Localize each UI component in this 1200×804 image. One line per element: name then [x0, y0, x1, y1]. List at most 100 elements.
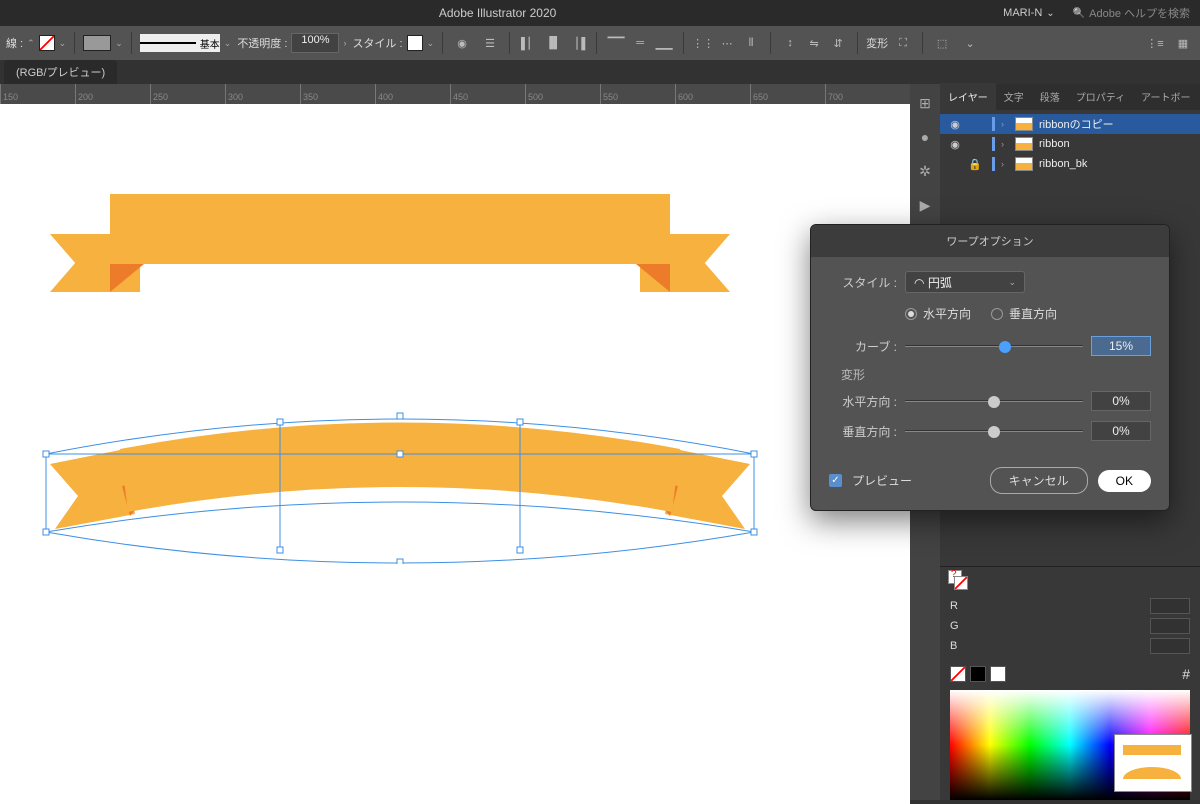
- chevron-down-icon[interactable]: ⌄: [959, 32, 981, 54]
- align-hcenter-icon[interactable]: ▐▌: [542, 32, 564, 54]
- black-swatch[interactable]: [970, 666, 986, 682]
- play-icon[interactable]: ▶: [916, 196, 934, 214]
- distribute-h-icon[interactable]: ⋮⋮: [692, 32, 714, 54]
- direction-vertical-radio[interactable]: 垂直方向: [991, 305, 1057, 322]
- align-vcenter-icon[interactable]: ═: [629, 32, 651, 54]
- ok-button[interactable]: OK: [1098, 470, 1151, 492]
- opacity-control[interactable]: 不透明度 : 100% ›: [237, 33, 346, 53]
- align-right-icon[interactable]: ▕▐: [566, 32, 588, 54]
- channel-slider[interactable]: [972, 641, 1142, 651]
- warp-options-dialog: ワープオプション スタイル : ◠ 円弧⌄ 水平方向 垂直方向 カーブ : 15…: [810, 224, 1170, 511]
- channel-value-input[interactable]: [1150, 598, 1190, 614]
- warp-style-select[interactable]: ◠ 円弧⌄: [905, 271, 1025, 293]
- layer-name: ribbon_bk: [1039, 158, 1087, 170]
- dist-v-slider[interactable]: [905, 430, 1083, 432]
- layers-panel: ◉›ribbonのコピー◉›ribbon🔒›ribbon_bk: [940, 110, 1200, 178]
- navigator-thumbnail[interactable]: [1114, 734, 1192, 792]
- lock-icon[interactable]: 🔒: [968, 158, 982, 171]
- ruler-tick: 600: [675, 84, 750, 104]
- rgb-channel-row: B: [950, 638, 1190, 654]
- app-title: Adobe Illustrator 2020: [0, 6, 995, 20]
- document-tab-row: (RGB/プレビュー): [0, 60, 1200, 84]
- ruler-tick: 500: [525, 84, 600, 104]
- layer-thumbnail: [1015, 157, 1033, 171]
- channel-value-input[interactable]: [1150, 618, 1190, 634]
- more-options-icon[interactable]: ⋮≡: [1144, 32, 1166, 54]
- distribute-v-icon[interactable]: ⋯: [716, 32, 738, 54]
- user-menu[interactable]: MARI-N: [995, 7, 1063, 19]
- distribute-group: ⋮⋮ ⋯ ⫴: [692, 32, 762, 54]
- layer-thumbnail: [1015, 137, 1033, 151]
- preview-label: プレビュー: [852, 472, 912, 489]
- align-top-icon[interactable]: ▔▔: [605, 32, 627, 54]
- properties-icon[interactable]: ⊞: [916, 94, 934, 112]
- preview-checkbox[interactable]: ✓: [829, 474, 842, 487]
- panel-tab[interactable]: 文字: [996, 83, 1032, 110]
- recolor-icon[interactable]: ◉: [451, 32, 473, 54]
- channel-slider[interactable]: [972, 621, 1142, 631]
- dist-v-value-input[interactable]: 0%: [1091, 421, 1151, 441]
- align-left-icon[interactable]: ▌▏: [518, 32, 540, 54]
- ruler-tick: 150: [0, 84, 75, 104]
- ruler-tick: 550: [600, 84, 675, 104]
- direction-horizontal-radio[interactable]: 水平方向: [905, 305, 971, 322]
- fill-stroke-mini-icon[interactable]: ?: [948, 570, 968, 590]
- document-tab[interactable]: (RGB/プレビュー): [4, 60, 117, 84]
- no-stroke-icon: [39, 35, 55, 51]
- dist-h-value-input[interactable]: 0%: [1091, 391, 1151, 411]
- chevron-right-icon[interactable]: ›: [1001, 159, 1009, 169]
- panel-toggle-icon[interactable]: ▦: [1172, 32, 1194, 54]
- align-bottom-icon[interactable]: ▁▁: [653, 32, 675, 54]
- doc-setup-icon[interactable]: ☰: [479, 32, 501, 54]
- ruler-tick: 250: [150, 84, 225, 104]
- gear-icon[interactable]: ✲: [916, 162, 934, 180]
- transform-menu[interactable]: 変形 ⛶: [866, 32, 914, 54]
- layer-row[interactable]: 🔒 › ribbon_bk: [940, 154, 1200, 174]
- color-icon[interactable]: ●: [916, 128, 934, 146]
- panel-tab[interactable]: アートボー: [1133, 83, 1198, 110]
- stroke-style[interactable]: 基本 ⌄: [140, 34, 232, 52]
- channel-label: R: [950, 600, 964, 612]
- panel-tab[interactable]: プロパティ: [1068, 83, 1133, 110]
- white-swatch[interactable]: [990, 666, 1006, 682]
- artboard[interactable]: [0, 104, 910, 804]
- cancel-button[interactable]: キャンセル: [990, 467, 1088, 494]
- ribbon-artwork-top: [50, 194, 730, 294]
- layer-row[interactable]: ◉›ribbonのコピー: [940, 114, 1200, 134]
- layer-name: ribbon: [1039, 138, 1070, 150]
- dist-h-slider[interactable]: [905, 400, 1083, 402]
- curve-label: カーブ :: [829, 338, 897, 355]
- layer-row[interactable]: ◉ › ribbon: [940, 134, 1200, 154]
- panel-tab[interactable]: 段落: [1032, 83, 1068, 110]
- ruler-tick: 400: [375, 84, 450, 104]
- ruler-tick: 700: [825, 84, 900, 104]
- flip-v-icon[interactable]: ⇵: [827, 32, 849, 54]
- channel-value-input[interactable]: [1150, 638, 1190, 654]
- distort-section-label: 変形: [841, 366, 1151, 383]
- chevron-right-icon[interactable]: ›: [1001, 139, 1009, 149]
- window-titlebar: Adobe Illustrator 2020 MARI-N Adobe ヘルプを…: [0, 0, 1200, 26]
- control-bar: 線 : ⌃ ⌄ ⌄ 基本 ⌄ 不透明度 : 100% › スタイル : ⌄ ◉ …: [0, 26, 1200, 60]
- dialog-title: ワープオプション: [811, 225, 1169, 257]
- visibility-icon[interactable]: ◉: [948, 138, 962, 151]
- hex-label: #: [1182, 666, 1190, 682]
- curve-slider[interactable]: [905, 345, 1083, 347]
- dist-h-label: 水平方向 :: [829, 393, 897, 410]
- graphic-style-control[interactable]: スタイル : ⌄: [352, 35, 434, 51]
- help-search[interactable]: Adobe ヘルプを検索: [1063, 5, 1200, 21]
- fill-swatch[interactable]: ⌄: [83, 35, 123, 51]
- flip-h-icon[interactable]: ⇋: [803, 32, 825, 54]
- arrange-icon[interactable]: ↕: [779, 32, 801, 54]
- stroke-weight-control[interactable]: 線 : ⌃ ⌄: [6, 35, 66, 51]
- distribute-spacing-icon[interactable]: ⫴: [740, 32, 762, 54]
- channel-label: G: [950, 620, 964, 632]
- curve-value-input[interactable]: 15%: [1091, 336, 1151, 356]
- isolate-icon[interactable]: ⬚: [931, 32, 953, 54]
- no-color-swatch[interactable]: [950, 666, 966, 682]
- chevron-right-icon[interactable]: ›: [1001, 119, 1009, 129]
- channel-slider[interactable]: [972, 601, 1142, 611]
- panel-tab[interactable]: レイヤー: [940, 83, 996, 110]
- visibility-icon[interactable]: ◉: [948, 118, 962, 131]
- align-vertical-group: ▔▔ ═ ▁▁: [605, 32, 675, 54]
- panel-tab-row: レイヤー文字段落プロパティアートボー: [940, 84, 1200, 110]
